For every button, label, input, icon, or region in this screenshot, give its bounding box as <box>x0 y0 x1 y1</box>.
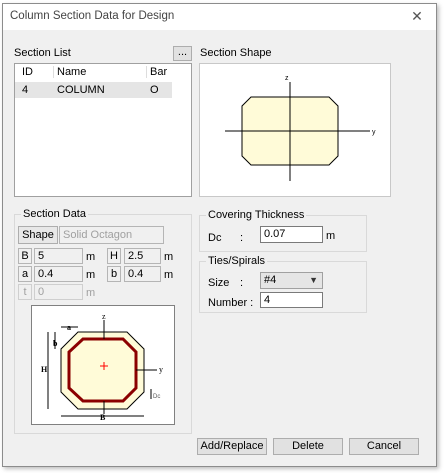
h-upper-label: H <box>107 248 121 264</box>
add-replace-button[interactable]: Add/Replace <box>197 438 267 455</box>
section-list-label: Section List <box>14 47 71 59</box>
size-colon: : <box>240 277 244 289</box>
b-upper-unit: m <box>86 251 96 263</box>
dim-a-label: a <box>67 323 71 332</box>
col-id-header[interactable]: ID <box>22 66 33 78</box>
row-name: COLUMN <box>57 84 105 96</box>
outer-octagon <box>60 331 145 410</box>
dc-input[interactable]: 0.07 <box>260 226 323 243</box>
h-upper-input[interactable]: 2.5 <box>124 248 161 264</box>
browse-button[interactable]: ... <box>173 46 192 61</box>
size-select[interactable]: #4 ▼ <box>260 272 323 289</box>
a-label: a <box>18 266 32 282</box>
dim-b-label: b <box>53 339 58 348</box>
list-header: ID Name Bar <box>15 64 191 80</box>
dim-z-label: z <box>102 312 106 321</box>
section-shape-drawing: z y <box>225 75 376 181</box>
dc-label: Dc <box>208 232 222 244</box>
number-label: Number : <box>208 297 254 309</box>
row-bar: O <box>150 84 159 96</box>
shape-button[interactable]: Shape <box>18 226 58 244</box>
z-axis-label: z <box>285 75 289 82</box>
number-input[interactable]: 4 <box>260 292 323 308</box>
b-lower-unit: m <box>164 269 174 281</box>
section-shape-view: z y <box>199 63 391 197</box>
size-value: #4 <box>264 274 277 286</box>
dim-h-label: H <box>41 365 48 374</box>
chevron-down-icon: ▼ <box>309 275 318 285</box>
delete-button[interactable]: Delete <box>273 438 343 455</box>
dim-dc-label: Dc <box>153 394 160 400</box>
col-name-header[interactable]: Name <box>53 66 86 78</box>
t-label: t <box>18 284 32 300</box>
t-input: 0 <box>34 284 83 300</box>
section-list[interactable]: ID Name Bar 4 COLUMN O <box>14 63 192 197</box>
section-shape-label: Section Shape <box>200 47 272 59</box>
covering-label: Covering Thickness <box>206 209 307 221</box>
shape-value: Solid Octagon <box>59 226 164 244</box>
a-unit: m <box>86 269 96 281</box>
a-input[interactable]: 0.4 <box>34 266 83 282</box>
dc-colon: : <box>240 232 244 244</box>
dim-y-label: y <box>159 365 163 374</box>
size-label: Size <box>208 277 230 289</box>
list-row[interactable]: 4 COLUMN O <box>15 82 172 98</box>
b-upper-label: B <box>18 248 32 264</box>
h-upper-unit: m <box>164 251 174 263</box>
dialog: Column Section Data for Design ✕ Section… <box>2 3 437 467</box>
close-icon[interactable]: ✕ <box>408 7 426 25</box>
b-lower-input[interactable]: 0.4 <box>124 266 161 282</box>
title-bar: Column Section Data for Design ✕ <box>3 4 436 30</box>
dim-bigb-label: B <box>100 413 106 422</box>
t-unit: m <box>86 287 96 299</box>
row-id: 4 <box>22 84 29 96</box>
cancel-button[interactable]: Cancel <box>349 438 419 455</box>
b-lower-label: b <box>107 266 121 282</box>
dc-unit: m <box>326 230 336 242</box>
ties-label: Ties/Spirals <box>206 255 268 267</box>
b-upper-input[interactable]: 5 <box>34 248 83 264</box>
y-axis-label: y <box>372 129 376 136</box>
section-diagram: a b z y H B Dc <box>31 305 175 425</box>
window-title: Column Section Data for Design <box>10 10 175 22</box>
diagram-drawing: a b z y H B Dc <box>41 312 163 422</box>
col-bar-header[interactable]: Bar <box>146 66 167 78</box>
section-data-label: Section Data <box>21 208 88 220</box>
